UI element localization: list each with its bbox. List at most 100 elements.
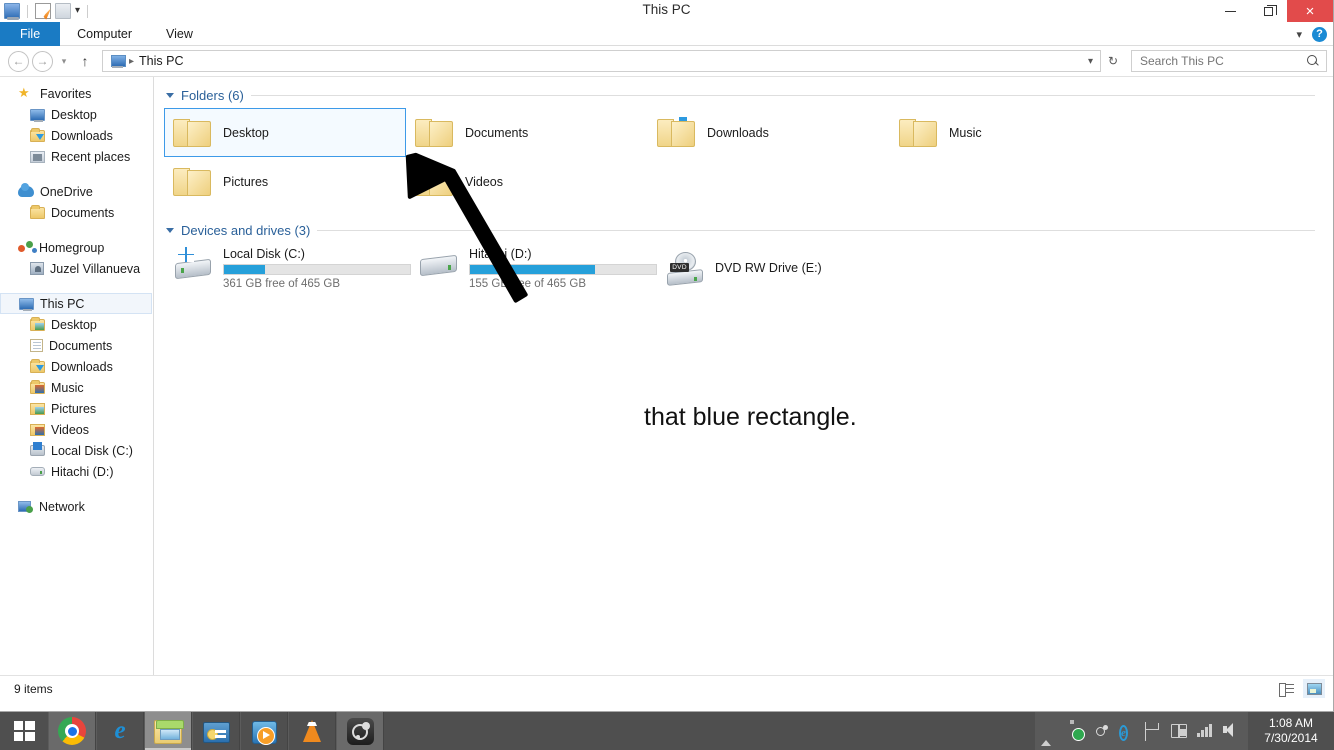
folder-tile-label: Downloads [707,126,769,140]
safely-remove-hardware-button[interactable] [1067,723,1084,740]
spacer [0,167,153,181]
collapse-triangle-icon[interactable] [166,228,174,233]
content-pane: Folders (6) Desktop Documents [154,77,1333,675]
collapse-triangle-icon[interactable] [166,93,174,98]
spacer [0,223,153,237]
clock-time: 1:08 AM [1269,716,1313,731]
documents-folder-icon [30,339,43,352]
up-button[interactable]: ↑ [75,53,95,69]
folder-tile-videos[interactable]: Videos [406,157,648,206]
folder-tile-pictures[interactable]: Pictures [164,157,406,206]
folder-tile-music[interactable]: Music [890,108,1132,157]
tab-file[interactable]: File [0,22,60,46]
search-box[interactable] [1131,50,1327,72]
folders-grid: Desktop Documents Downloads [154,105,1333,206]
annotation-text: that blue rectangle. [644,403,857,432]
show-hidden-icons-button[interactable] [1041,723,1058,740]
sidebar-section-network[interactable]: Network [0,496,153,517]
search-input[interactable] [1138,53,1307,69]
internet-explorer-icon: e [106,717,134,745]
drive-name: Hitachi (D:) [469,247,657,261]
start-button[interactable] [0,712,48,750]
folders-group-header[interactable]: Folders (6) [154,85,1333,105]
drive-free-space: 361 GB free of 465 GB [223,278,411,290]
drive-tile-hitachi-d[interactable]: Hitachi (D:) 155 GB free of 465 GB [410,246,656,290]
internet-explorer-taskbar-button[interactable]: e [96,712,144,750]
chevron-down-icon[interactable]: ▾ [1296,28,1302,41]
sidebar-section-label: Network [39,500,85,514]
clock[interactable]: 1:08 AM 7/30/2014 [1248,712,1334,750]
group-title: Folders (6) [181,88,244,103]
control-panel-icon [203,722,230,743]
volume-button[interactable] [1223,723,1240,740]
file-explorer-taskbar-button[interactable] [144,712,192,750]
steam-tray-button[interactable] [1093,723,1110,740]
large-icons-view-button[interactable] [1303,679,1325,698]
help-icon[interactable]: ? [1312,27,1327,42]
sidebar-item-hitachi-d[interactable]: Hitachi (D:) [0,461,153,482]
sidebar-section-favorites[interactable]: ★ Favorites [0,83,153,104]
battery-button[interactable] [1171,723,1188,740]
control-panel-taskbar-button[interactable] [192,712,240,750]
address-field[interactable]: ▸ This PC ▾ [102,50,1101,72]
search-icon[interactable] [1307,55,1320,68]
sidebar-section-label: Favorites [40,87,91,101]
sidebar-item-label: Downloads [51,360,113,374]
tab-view[interactable]: View [149,22,210,46]
chrome-taskbar-button[interactable] [48,712,96,750]
media-player-icon [252,721,277,744]
window-controls[interactable]: × [1211,0,1333,22]
details-view-button[interactable] [1275,679,1297,698]
forward-button[interactable]: → [32,51,53,72]
internet-explorer-tray-button[interactable]: e [1119,723,1136,740]
capacity-bar-fill [470,265,595,274]
network-button[interactable] [1197,723,1214,740]
sidebar-item-desktop[interactable]: Desktop [0,104,153,125]
explorer-body: ★ Favorites Desktop Downloads Recent pla… [0,76,1333,675]
vlc-icon [299,718,325,744]
sidebar-item-this-pc[interactable]: This PC [0,293,152,314]
breadcrumb-separator: ▸ [129,56,134,67]
music-folder-icon [30,382,45,394]
sidebar-section-onedrive[interactable]: OneDrive [0,181,153,202]
drive-tile-local-disk-c[interactable]: Local Disk (C:) 361 GB free of 465 GB [164,246,410,290]
group-title: Devices and drives (3) [181,223,310,238]
chevron-down-icon[interactable]: ▾ [1088,56,1096,67]
sidebar-item-user[interactable]: Juzel Villanueva [0,258,153,279]
vlc-taskbar-button[interactable] [288,712,336,750]
sidebar-section-homegroup[interactable]: Homegroup [0,237,153,258]
restore-button[interactable] [1249,0,1287,22]
sidebar-item-local-disk-c[interactable]: Local Disk (C:) [0,440,153,461]
sidebar-item-downloads[interactable]: Downloads [0,125,153,146]
tab-computer[interactable]: Computer [60,22,149,46]
drive-tile-dvd-rw-e[interactable]: DVD DVD RW Drive (E:) [656,246,836,290]
sidebar-item-pc-desktop[interactable]: Desktop [0,314,153,335]
drives-group-header[interactable]: Devices and drives (3) [154,220,1333,240]
recent-locations-button[interactable]: ▾ [56,56,72,67]
minimize-button[interactable] [1211,0,1249,22]
sidebar-item-pc-documents[interactable]: Documents [0,335,153,356]
folder-tile-desktop[interactable]: Desktop [164,108,406,157]
refresh-button[interactable]: ↻ [1104,54,1122,68]
steam-icon [347,718,374,745]
media-player-taskbar-button[interactable] [240,712,288,750]
close-button[interactable]: × [1287,0,1333,22]
back-button[interactable]: ← [8,51,29,72]
sidebar-item-pc-downloads[interactable]: Downloads [0,356,153,377]
folder-tile-documents[interactable]: Documents [406,108,648,157]
sidebar-item-pc-music[interactable]: Music [0,377,153,398]
sidebar-item-pc-pictures[interactable]: Pictures [0,398,153,419]
folder-tile-downloads[interactable]: Downloads [648,108,890,157]
system-tray: e [1035,712,1248,750]
sidebar-item-label: Videos [51,423,89,437]
action-center-button[interactable] [1145,723,1162,740]
sidebar-item-recent-places[interactable]: Recent places [0,146,153,167]
file-explorer-icon [154,720,182,744]
steam-taskbar-button[interactable] [336,712,384,750]
network-signal-icon [1197,723,1213,737]
sidebar-item-onedrive-documents[interactable]: Documents [0,202,153,223]
sidebar-item-pc-videos[interactable]: Videos [0,419,153,440]
internet-explorer-tray-icon: e [1119,725,1128,741]
breadcrumb[interactable]: This PC [139,54,183,68]
drives-grid: Local Disk (C:) 361 GB free of 465 GB Hi… [154,240,1333,290]
